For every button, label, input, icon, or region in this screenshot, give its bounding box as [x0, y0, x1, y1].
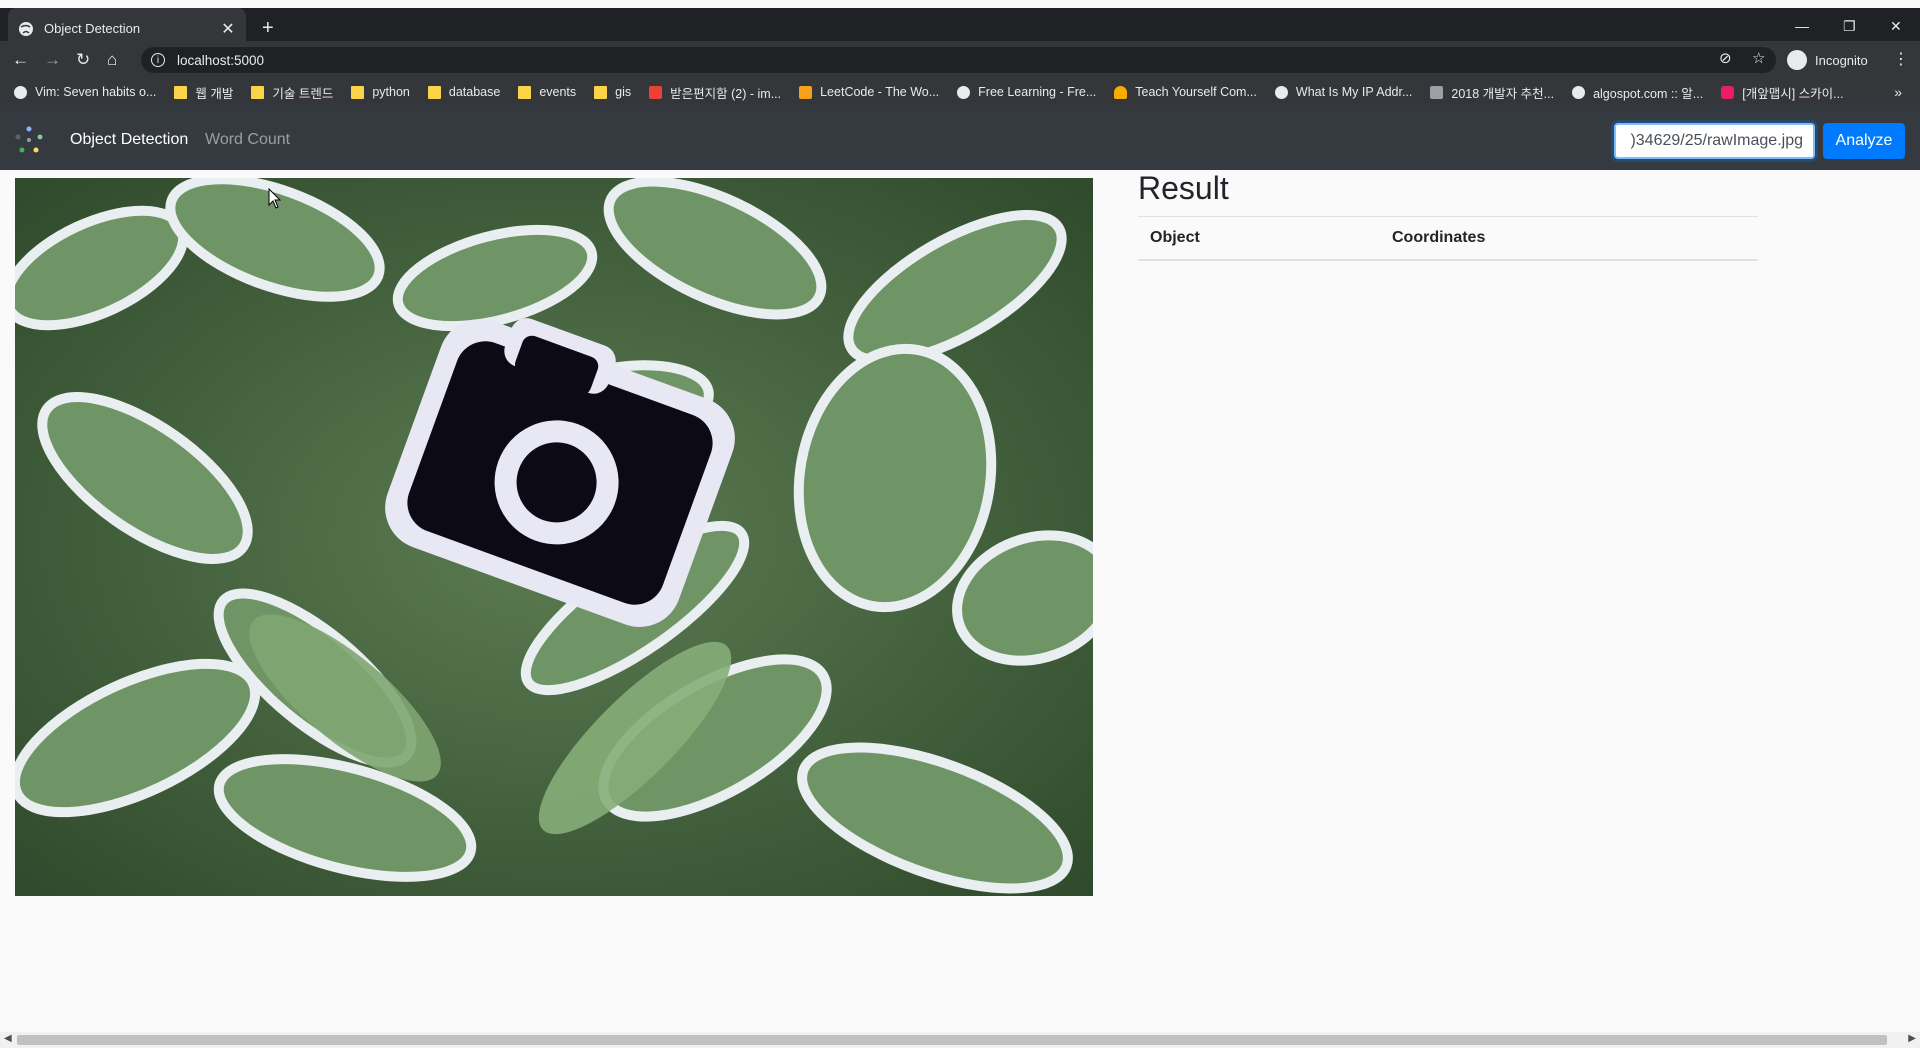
bookmark-label: database	[448, 85, 501, 99]
incognito-label: Incognito	[1815, 52, 1868, 68]
bookmark-label: 기술 트렌드	[272, 86, 334, 101]
folder-icon	[518, 85, 532, 99]
address-text: localhost:5000	[177, 52, 265, 68]
close-tab-icon[interactable]: ✕	[220, 19, 236, 39]
bookmark-item[interactable]: events	[518, 85, 576, 99]
home-icon[interactable]: ⌂	[107, 49, 117, 71]
window-top-edge	[0, 0, 1920, 8]
globe-icon	[1572, 85, 1586, 99]
brand-logo-icon[interactable]	[14, 125, 44, 155]
bookmark-item[interactable]: python	[351, 85, 410, 99]
bookmarks-bar: Vim: Seven habits o... 웹 개발 기술 트렌드 python da…	[0, 79, 1920, 105]
bookmark-label: [개앞맵시] 스카이...	[1742, 86, 1844, 101]
scrollbar-thumb[interactable]	[17, 1035, 1887, 1045]
reload-icon[interactable]: ↻	[76, 49, 90, 71]
globe-icon	[19, 21, 33, 36]
plant-camera-image	[15, 178, 1093, 896]
forward-icon[interactable]: →	[44, 49, 61, 71]
folder-icon	[251, 85, 265, 99]
bookmark-label: gis	[615, 85, 632, 99]
bookmark-item[interactable]: Free Learning - Fre...	[957, 85, 1096, 99]
pink-icon	[1721, 85, 1735, 99]
incognito-profile-button[interactable]: Incognito	[1787, 48, 1868, 72]
minimize-icon[interactable]: —	[1795, 18, 1809, 34]
image-url-input[interactable]: )34629/25/rawImage.jpg	[1614, 123, 1815, 159]
result-table-header-row: Object Coordinates	[1138, 216, 1758, 261]
scroll-left-icon[interactable]: ◀	[4, 1033, 12, 1044]
bookmark-label: 웹 개발	[195, 86, 234, 101]
folder-icon	[427, 85, 441, 99]
bookmark-label: 받은편지함 (2) - im...	[670, 86, 782, 101]
scroll-right-icon[interactable]: ▶	[1908, 1033, 1916, 1044]
bookmark-label: LeetCode - The Wo...	[820, 85, 940, 99]
bookmarks-more-icon[interactable]: »	[1894, 84, 1902, 100]
bookmark-item[interactable]: Vim: Seven habits o...	[14, 85, 156, 99]
leetcode-icon	[799, 85, 813, 99]
mouse-cursor-icon	[268, 188, 282, 209]
globe-icon	[957, 85, 971, 99]
new-tab-button[interactable]: +	[262, 18, 274, 38]
bookmark-label: 2018 개발자 추천...	[1451, 86, 1555, 101]
bookmark-item[interactable]: 기술 트렌드	[251, 83, 333, 102]
bookmark-label: Vim: Seven habits o...	[35, 85, 157, 99]
bookmark-label: events	[539, 85, 577, 99]
analyze-button[interactable]: Analyze	[1823, 123, 1905, 159]
folder-icon	[351, 85, 365, 99]
restore-icon[interactable]: ❐	[1843, 18, 1856, 35]
info-icon[interactable]: i	[151, 53, 165, 67]
bookmark-label: Teach Yourself Com...	[1135, 85, 1257, 99]
back-icon[interactable]: ←	[12, 49, 29, 71]
nav-word-count[interactable]: Word Count	[205, 131, 290, 149]
bookmark-label: python	[372, 85, 410, 99]
incognito-icon	[1787, 50, 1807, 70]
bookmark-label: algospot.com :: 알...	[1593, 86, 1704, 101]
address-bar[interactable]: i localhost:5000	[141, 47, 1776, 73]
bookmark-item[interactable]: What Is My IP Addr...	[1274, 85, 1413, 99]
slash-icon	[1430, 85, 1444, 99]
analyzed-photo	[15, 178, 1093, 896]
gmail-icon	[649, 85, 663, 99]
bookmark-item[interactable]: gis	[594, 85, 631, 99]
bookmark-item[interactable]: Teach Yourself Com...	[1114, 85, 1257, 99]
star-icon[interactable]: ☆	[1752, 49, 1765, 67]
tracking-blocked-icon[interactable]: ⊘	[1719, 49, 1732, 67]
close-window-icon[interactable]: ✕	[1890, 18, 1902, 35]
globe-icon	[1274, 85, 1288, 99]
result-table: Object Coordinates	[1138, 216, 1758, 261]
bookmark-item[interactable]: 받은편지함 (2) - im...	[649, 83, 781, 102]
horizontal-scrollbar[interactable]: ◀ ▶	[0, 1032, 1920, 1048]
folder-icon	[174, 85, 188, 99]
bookmark-item[interactable]: algospot.com :: 알...	[1572, 83, 1703, 102]
globe-icon	[14, 85, 27, 99]
image-url-value: )34629/25/rawImage.jpg	[1630, 132, 1803, 149]
bookmark-item[interactable]: [개앞맵시] 스카이...	[1721, 83, 1844, 102]
menu-kebab-icon[interactable]: ⋮	[1893, 49, 1909, 69]
key-icon	[1114, 85, 1128, 99]
bookmark-label: Free Learning - Fre...	[978, 85, 1097, 99]
bookmark-item[interactable]: LeetCode - The Wo...	[799, 85, 939, 99]
column-header-object: Object	[1138, 216, 1380, 261]
bookmark-item[interactable]: 2018 개발자 추천...	[1430, 83, 1554, 102]
bookmark-item[interactable]: 웹 개발	[174, 83, 233, 102]
nav-object-detection[interactable]: Object Detection	[70, 131, 188, 149]
bookmark-item[interactable]: database	[427, 85, 501, 99]
folder-icon	[594, 85, 608, 99]
tab-title: Object Detection	[44, 21, 141, 36]
bookmark-label: What Is My IP Addr...	[1295, 85, 1413, 99]
column-header-coordinates: Coordinates	[1380, 216, 1758, 261]
result-heading: Result	[1138, 170, 1229, 206]
